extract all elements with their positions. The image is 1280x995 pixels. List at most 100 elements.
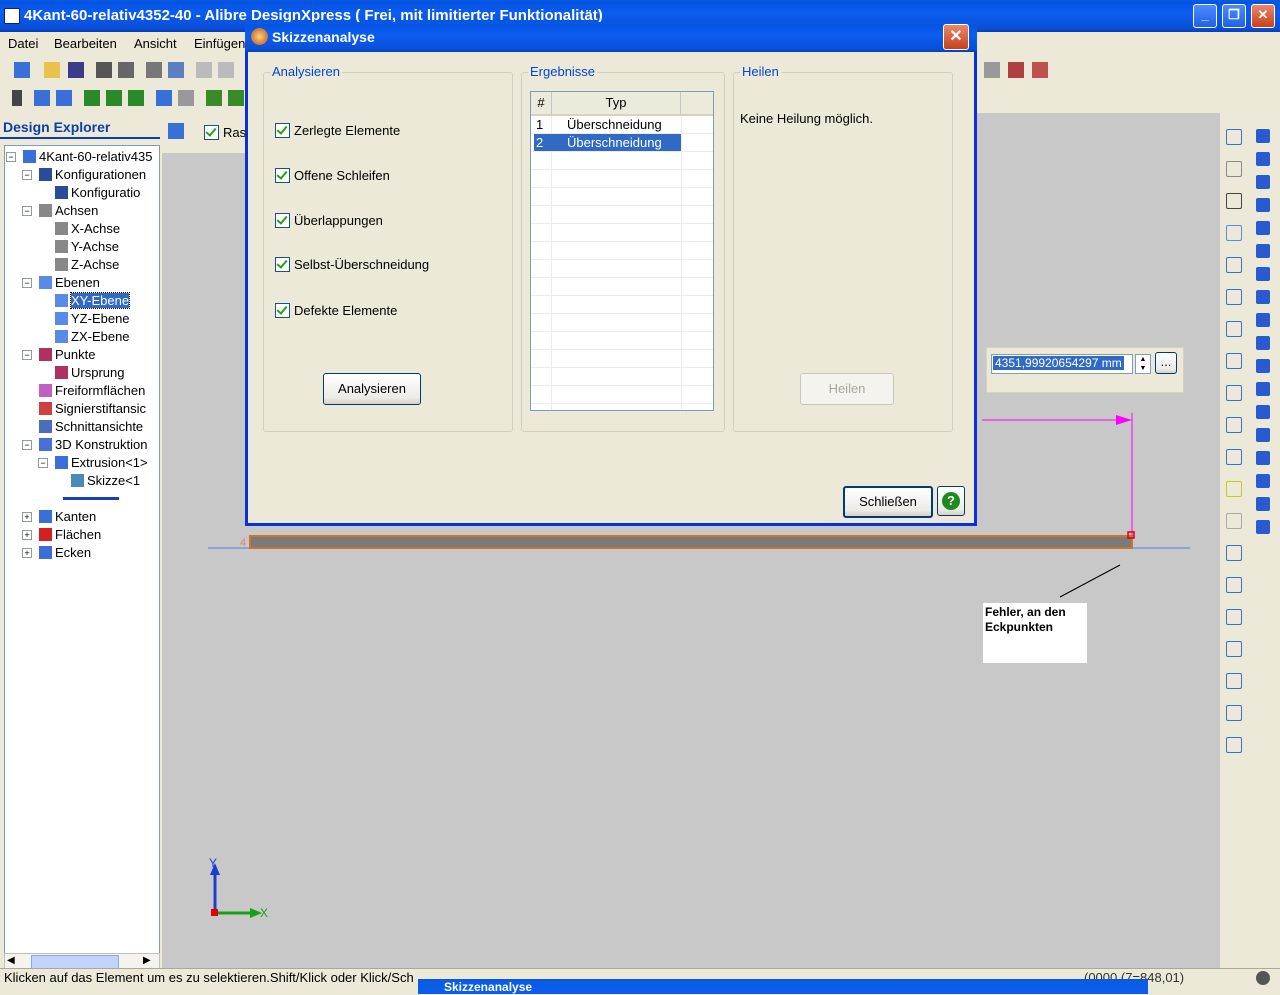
tree-item[interactable]: Skizze<1: [71, 472, 140, 490]
tree-expander[interactable]: −: [22, 440, 32, 450]
feature-tool-icon[interactable]: [1256, 175, 1270, 189]
menu-einfuegen[interactable]: Einfügen: [194, 36, 245, 51]
checkbox-ueberlappungen[interactable]: [275, 213, 290, 228]
checkbox-defekte-elemente[interactable]: [275, 303, 290, 318]
sketch-tool-icon[interactable]: [1226, 673, 1242, 689]
feature-tool-icon[interactable]: [1256, 359, 1270, 373]
tree-item[interactable]: Y-Achse: [55, 238, 119, 256]
sketch-tool-icon[interactable]: [1226, 161, 1242, 177]
zoom-in-icon[interactable]: [84, 90, 100, 106]
dialog-titlebar[interactable]: Skizzenanalyse ✕: [245, 22, 977, 52]
tree-item[interactable]: Ebenen: [39, 274, 100, 292]
sketch-tool-icon[interactable]: [1226, 481, 1242, 497]
sketch-tool-icon[interactable]: [1226, 193, 1242, 209]
tree-item[interactable]: Punkte: [39, 346, 95, 364]
paste-doc-icon[interactable]: [118, 62, 134, 78]
sketch-tool-icon[interactable]: [1226, 449, 1242, 465]
feature-tool-icon[interactable]: [1256, 129, 1270, 143]
rotate-icon[interactable]: [56, 90, 72, 106]
checkbox-selbst-ueberschneidung[interactable]: [275, 257, 290, 272]
save-icon[interactable]: [68, 62, 84, 78]
grid-checkbox[interactable]: [204, 125, 219, 140]
back-arrow-icon[interactable]: [156, 90, 172, 106]
help-button[interactable]: ?: [937, 486, 965, 516]
tree-expander[interactable]: −: [22, 278, 32, 288]
tree-item[interactable]: ZX-Ebene: [55, 328, 130, 346]
feature-tool-icon[interactable]: [1256, 267, 1270, 281]
new-icon[interactable]: [14, 62, 30, 78]
length-input[interactable]: 4351,99920654297 mm: [991, 354, 1133, 374]
pan-icon[interactable]: [34, 90, 50, 106]
tree-expander[interactable]: +: [22, 548, 32, 558]
tree-item[interactable]: Kanten: [39, 508, 96, 526]
tree-item[interactable]: Z-Achse: [55, 256, 119, 274]
feature-tool-icon[interactable]: [1256, 451, 1270, 465]
view-orient2-icon[interactable]: [228, 90, 244, 106]
feature-tool-icon[interactable]: [1256, 221, 1270, 235]
feature-tool-icon[interactable]: [1256, 313, 1270, 327]
column-header-number[interactable]: #: [531, 92, 552, 116]
tree-item[interactable]: YZ-Ebene: [55, 310, 130, 328]
tree-item[interactable]: 3D Konstruktion: [39, 436, 148, 454]
menu-bearbeiten[interactable]: Bearbeiten: [54, 36, 117, 51]
close-button[interactable]: Schließen: [843, 486, 933, 518]
dialog-close-icon[interactable]: ✕: [943, 24, 969, 50]
select-arrow-icon[interactable]: [12, 90, 22, 106]
tree-item[interactable]: Signierstiftansic: [39, 400, 146, 418]
column-header-type[interactable]: Typ: [552, 92, 681, 116]
background-dialog-titlebar[interactable]: Skizzenanalyse: [418, 979, 1148, 994]
scroll-thumb[interactable]: [31, 955, 119, 969]
length-spinner[interactable]: ▲ ▼: [1135, 354, 1151, 374]
tree-expander[interactable]: +: [22, 530, 32, 540]
tree-expander[interactable]: −: [22, 350, 32, 360]
feature-tool-icon[interactable]: [1256, 382, 1270, 396]
sketch-tool-icon[interactable]: [1226, 129, 1242, 145]
sketch-tool-icon[interactable]: [1226, 321, 1242, 337]
sketch-tool-icon[interactable]: [1226, 417, 1242, 433]
zoom-window-icon[interactable]: [106, 90, 122, 106]
print-preview-icon[interactable]: [168, 62, 184, 78]
sketch-tool-icon[interactable]: [1008, 62, 1024, 78]
sketch-tool-icon[interactable]: [1226, 641, 1242, 657]
tree-item[interactable]: Extrusion<1>: [55, 454, 148, 472]
tree-expander[interactable]: +: [22, 512, 32, 522]
feature-tool-icon[interactable]: [1256, 405, 1270, 419]
tree-item[interactable]: Ecken: [39, 544, 91, 562]
table-row[interactable]: 1 Überschneidung: [531, 116, 713, 134]
length-browse-button[interactable]: ...: [1155, 352, 1177, 374]
sketch-tool-icon[interactable]: [1226, 225, 1242, 241]
tree-item[interactable]: Flächen: [39, 526, 101, 544]
feature-tool-icon[interactable]: [1256, 520, 1270, 534]
feature-tool-icon[interactable]: [1256, 198, 1270, 212]
tree-item[interactable]: Schnittansichte: [39, 418, 143, 436]
menu-ansicht[interactable]: Ansicht: [134, 36, 177, 51]
sketch-tool-icon[interactable]: [1226, 577, 1242, 593]
feature-tool-icon[interactable]: [1256, 152, 1270, 166]
sketch-edit-icon[interactable]: [168, 123, 184, 139]
tree-expander[interactable]: −: [38, 458, 48, 468]
maximize-button[interactable]: ❐: [1222, 4, 1246, 28]
design-tree[interactable]: −4Kant-60-relativ435− Konfigurationen Konf…: [4, 145, 160, 955]
cut-icon[interactable]: [196, 62, 212, 78]
tree-expander[interactable]: −: [22, 206, 32, 216]
tree-expander[interactable]: −: [22, 170, 32, 180]
open-folder-icon[interactable]: [44, 62, 60, 78]
eraser-icon[interactable]: [984, 62, 1000, 78]
print-icon[interactable]: [146, 62, 162, 78]
feature-tool-icon[interactable]: [1256, 244, 1270, 258]
sketch-tool-icon[interactable]: [1226, 737, 1242, 753]
scroll-left-icon[interactable]: ◀: [7, 955, 15, 966]
zoom-icon[interactable]: [128, 90, 144, 106]
constraint-icon[interactable]: [1032, 62, 1048, 78]
feature-tool-icon[interactable]: [1256, 474, 1270, 488]
sketch-tool-icon[interactable]: [1226, 385, 1242, 401]
sketch-tool-icon[interactable]: [1226, 705, 1242, 721]
sketch-tool-icon[interactable]: [1226, 353, 1242, 369]
sketch-tool-icon[interactable]: [1226, 545, 1242, 561]
copy-doc-icon[interactable]: [96, 62, 112, 78]
sketch-tool-icon[interactable]: [1226, 609, 1242, 625]
analyze-button[interactable]: Analysieren: [323, 373, 421, 405]
feature-tool-icon[interactable]: [1256, 428, 1270, 442]
view-orient-icon[interactable]: [206, 90, 222, 106]
feature-tool-icon[interactable]: [1256, 336, 1270, 350]
